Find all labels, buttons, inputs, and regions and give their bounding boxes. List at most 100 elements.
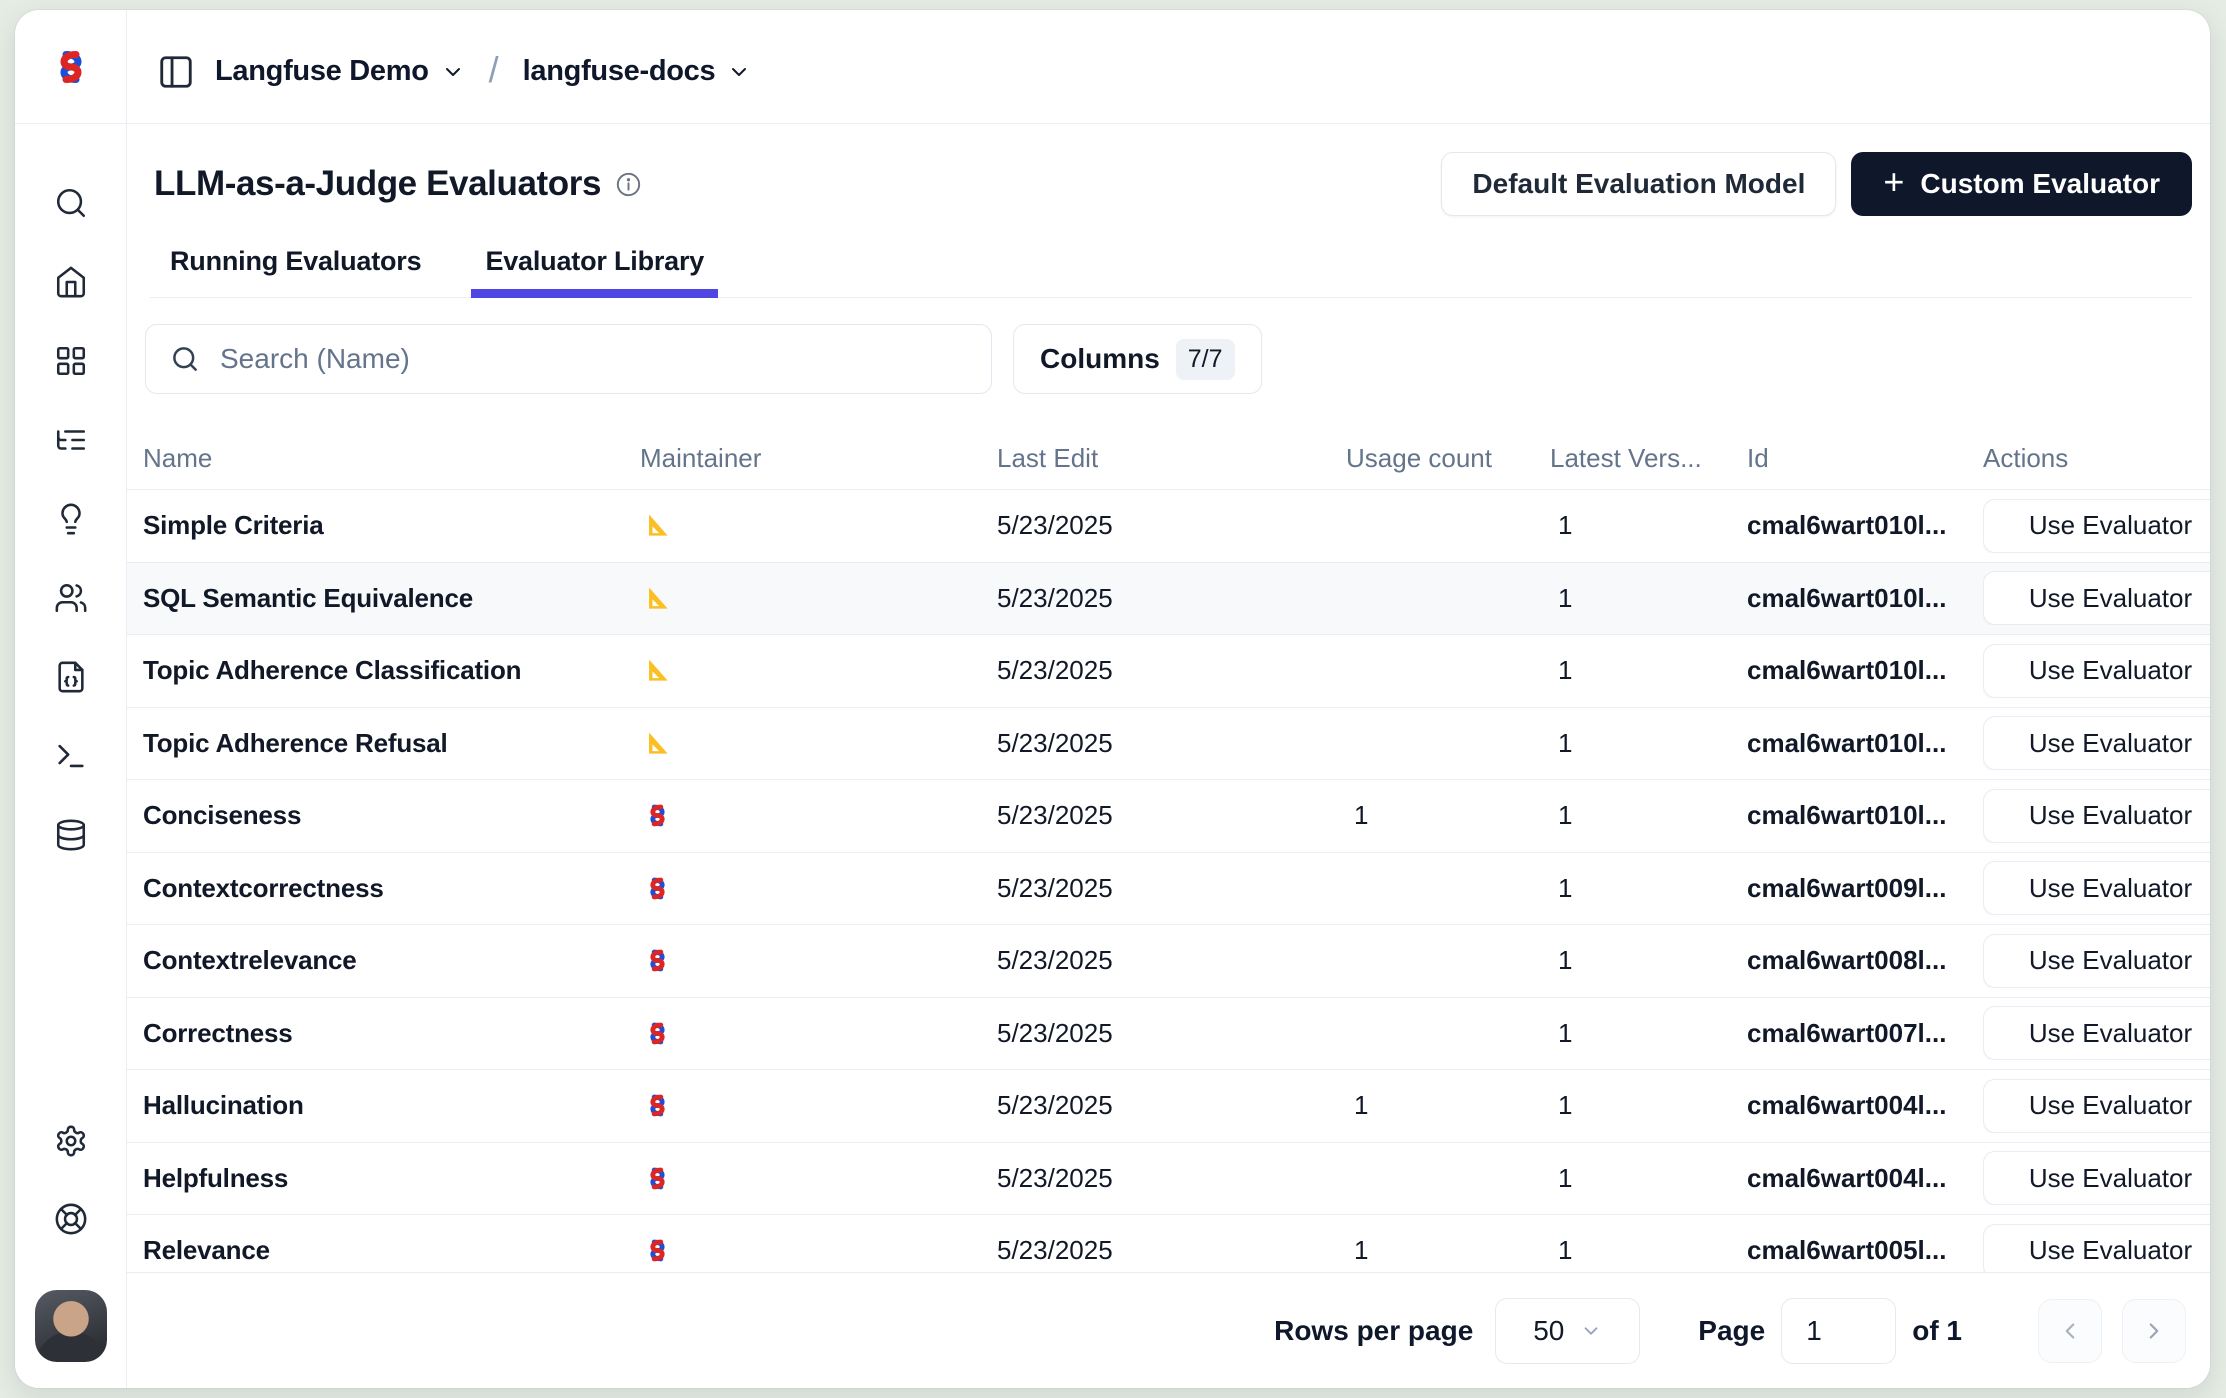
sidebar-item-playground[interactable] [54,739,88,773]
sidebar-item-tracing[interactable] [54,423,88,457]
evaluator-name: Contextcorrectness [143,873,640,904]
previous-page-button[interactable] [2038,1299,2102,1363]
column-header-latest-version[interactable]: Latest Vers... [1550,443,1747,474]
search-icon [54,186,88,220]
chevron-down-icon [1580,1320,1602,1342]
use-evaluator-button[interactable]: Use Evaluator [1983,571,2210,625]
table-row[interactable]: Simple Criteria 5/23/2025 1 cmal6wart010… [127,490,2210,563]
use-evaluator-button[interactable]: Use Evaluator [1983,934,2210,988]
chevron-down-icon [441,60,465,84]
search-icon [170,344,200,374]
latest-version: 1 [1550,1090,1747,1121]
search-box [145,324,992,394]
table-row[interactable]: Contextrelevance 5/23/2025 1 cmal6wart00… [127,925,2210,998]
column-header-maintainer[interactable]: Maintainer [640,443,997,474]
panel-left-icon [157,53,195,91]
use-evaluator-button[interactable]: Use Evaluator [1983,499,2210,553]
last-edit-date: 5/23/2025 [997,583,1346,614]
use-evaluator-button[interactable]: Use Evaluator [1983,1224,2210,1278]
last-edit-date: 5/23/2025 [997,1163,1346,1194]
sidebar-item-support[interactable] [54,1202,88,1236]
sidebar-item-users[interactable] [54,581,88,615]
table-row[interactable]: Topic Adherence Refusal 5/23/2025 1 cmal… [127,708,2210,781]
column-header-last-edit[interactable]: Last Edit [997,443,1346,474]
evaluator-name: Topic Adherence Refusal [143,728,640,759]
sidebar-toggle-button[interactable] [157,53,195,91]
sidebar-item-search[interactable] [54,186,88,220]
langfuse-maintainer-icon [644,1237,671,1264]
page-of-label: of 1 [1912,1315,1962,1347]
table-row[interactable]: Correctness 5/23/2025 1 cmal6wart007l...… [127,998,2210,1071]
project-switcher[interactable]: langfuse-docs [523,55,752,88]
evaluator-name: Correctness [143,1018,640,1049]
tab-evaluator-library[interactable]: Evaluator Library [477,240,712,297]
last-edit-date: 5/23/2025 [997,873,1346,904]
organization-switcher[interactable]: Langfuse Demo [215,55,465,88]
user-avatar[interactable] [35,1290,107,1362]
last-edit-date: 5/23/2025 [997,728,1346,759]
use-evaluator-button[interactable]: Use Evaluator [1983,1006,2210,1060]
file-json-icon [54,660,88,694]
sidebar-item-evaluation[interactable] [54,502,88,536]
actions-cell: Use Evaluator [1983,1006,2210,1060]
actions-cell: Use Evaluator [1983,1079,2210,1133]
page-label: Page [1698,1315,1765,1347]
sidebar [15,124,127,1388]
sidebar-item-home[interactable] [54,265,88,299]
table-row[interactable]: SQL Semantic Equivalence 5/23/2025 1 cma… [127,563,2210,636]
app-window: Langfuse Demo / langfuse-docs [15,10,2210,1388]
table-row[interactable]: Contextcorrectness 5/23/2025 1 cmal6wart… [127,853,2210,926]
sidebar-item-prompts[interactable] [54,660,88,694]
tab-running-evaluators[interactable]: Running Evaluators [162,240,429,297]
table-row[interactable]: Hallucination 5/23/2025 1 1 cmal6wart004… [127,1070,2210,1143]
evaluator-name: SQL Semantic Equivalence [143,583,640,614]
langfuse-logo-icon [51,47,91,87]
use-evaluator-button[interactable]: Use Evaluator [1983,716,2210,770]
rows-per-page-select[interactable]: 50 [1495,1298,1640,1364]
table-header-row: Name Maintainer Last Edit Usage count La… [127,428,2210,490]
page-number-input[interactable] [1781,1298,1896,1364]
sidebar-item-settings[interactable] [54,1124,88,1158]
maintainer-cell [640,1020,997,1047]
langfuse-maintainer-icon [644,947,671,974]
sidebar-item-datasets[interactable] [54,818,88,852]
custom-evaluator-button[interactable]: + Custom Evaluator [1851,152,2192,216]
langfuse-maintainer-icon [644,802,671,829]
columns-button[interactable]: Columns 7/7 [1013,324,1262,394]
use-evaluator-button[interactable]: Use Evaluator [1983,789,2210,843]
maintainer-cell [640,1092,997,1119]
next-page-button[interactable] [2122,1299,2186,1363]
evaluator-id: cmal6wart004l... [1747,1163,1983,1194]
evaluator-name: Simple Criteria [143,510,640,541]
latest-version: 1 [1550,510,1747,541]
table-row[interactable]: Conciseness 5/23/2025 1 1 cmal6wart010l.… [127,780,2210,853]
use-evaluator-button[interactable]: Use Evaluator [1983,1079,2210,1133]
last-edit-date: 5/23/2025 [997,510,1346,541]
use-evaluator-button[interactable]: Use Evaluator [1983,644,2210,698]
sidebar-item-dashboards[interactable] [54,344,88,378]
rows-per-page-label: Rows per page [1274,1315,1473,1347]
usage-count: 1 [1346,800,1550,831]
latest-version: 1 [1550,873,1747,904]
langfuse-maintainer-icon [644,1092,671,1119]
search-input[interactable] [218,342,967,376]
info-icon[interactable] [615,171,642,198]
organization-name: Langfuse Demo [215,55,429,88]
breadcrumb: Langfuse Demo / langfuse-docs [127,10,2210,123]
latest-version: 1 [1550,945,1747,976]
default-evaluation-model-button[interactable]: Default Evaluation Model [1441,152,1836,216]
table-row[interactable]: Helpfulness 5/23/2025 1 cmal6wart004l...… [127,1143,2210,1216]
latest-version: 1 [1550,583,1747,614]
maintainer-cell [640,657,997,684]
evaluator-name: Conciseness [143,800,640,831]
maintainer-cell [640,512,997,539]
table-row[interactable]: Topic Adherence Classification 5/23/2025… [127,635,2210,708]
use-evaluator-button[interactable]: Use Evaluator [1983,861,2210,915]
last-edit-date: 5/23/2025 [997,655,1346,686]
use-evaluator-button[interactable]: Use Evaluator [1983,1151,2210,1205]
column-header-name[interactable]: Name [143,443,640,474]
column-header-usage-count[interactable]: Usage count [1346,443,1550,474]
maintainer-cell [640,730,997,757]
column-header-id[interactable]: Id [1747,443,1983,474]
settings-gear-icon [54,1124,88,1158]
